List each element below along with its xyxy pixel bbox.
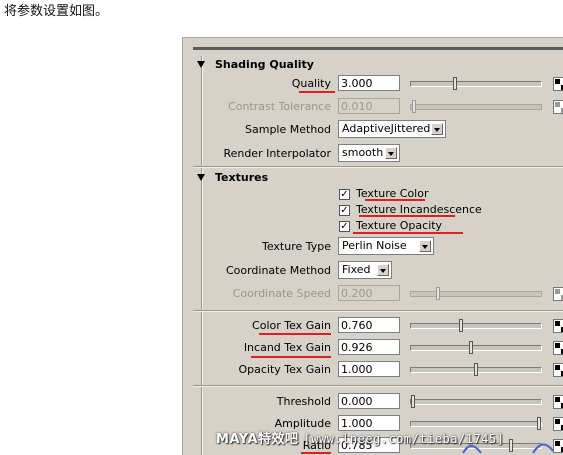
opacity-tex-gain-field[interactable]: 1.000: [338, 361, 400, 377]
chevron-down-icon[interactable]: [419, 240, 431, 252]
threshold-label: Threshold: [276, 395, 331, 408]
chevron-down-icon[interactable]: [377, 264, 389, 276]
slider-thumb[interactable]: [411, 395, 415, 408]
annotation-underline: [259, 333, 331, 335]
collapse-triangle-icon[interactable]: [197, 174, 205, 181]
watermark-brand: MAYA特效吧: [216, 432, 299, 447]
texture-incandescence-checkbox[interactable]: ✓: [339, 205, 350, 216]
map-button-icon[interactable]: [553, 319, 563, 333]
section-divider: [193, 385, 563, 387]
map-button-icon[interactable]: [553, 417, 563, 431]
threshold-field[interactable]: 0.000: [338, 393, 400, 409]
watermark-url: [www.lneeg.com/tieba/1745]: [303, 432, 505, 446]
map-button-icon: [553, 287, 563, 301]
section-divider: [193, 166, 563, 168]
map-button-icon[interactable]: [553, 395, 563, 409]
render-interpolator-dropdown[interactable]: smooth: [338, 144, 400, 162]
annotation-underline: [359, 215, 455, 217]
incand-tex-gain-slider[interactable]: [410, 341, 542, 354]
slider-thumb: [436, 287, 440, 300]
section-header-textures[interactable]: Textures: [193, 169, 563, 187]
quality-slider[interactable]: [410, 77, 542, 90]
coordinate-speed-slider: [410, 287, 542, 300]
texture-opacity-checkbox[interactable]: ✓: [339, 221, 350, 232]
slider-thumb[interactable]: [469, 341, 473, 354]
annotation-underline: [365, 199, 425, 201]
incand-tex-gain-field[interactable]: 0.926: [338, 339, 400, 355]
dropdown-value: Perlin Noise: [342, 239, 407, 252]
texture-opacity-label: Texture Opacity: [356, 219, 443, 232]
contrast-tolerance-field: 0.010: [338, 98, 400, 114]
map-button-icon[interactable]: [553, 363, 563, 377]
slider-thumb[interactable]: [459, 319, 463, 332]
map-button-icon[interactable]: [553, 341, 563, 355]
color-tex-gain-field[interactable]: 0.760: [338, 317, 400, 333]
slider-thumb[interactable]: [537, 417, 541, 430]
contrast-tolerance-slider: [410, 100, 542, 113]
opacity-tex-gain-label: Opacity Tex Gain: [238, 363, 331, 376]
amplitude-slider[interactable]: [410, 417, 542, 430]
sample-method-label: Sample Method: [245, 123, 331, 136]
quality-field[interactable]: 3.000: [338, 75, 400, 91]
color-tex-gain-slider[interactable]: [410, 319, 542, 332]
section-divider: [193, 310, 563, 312]
annotation-underline: [251, 356, 331, 358]
quality-label: Quality: [291, 77, 331, 90]
texture-type-dropdown[interactable]: Perlin Noise: [338, 237, 434, 255]
slider-thumb: [412, 100, 416, 113]
annotation-underline: [299, 91, 335, 93]
texture-color-checkbox[interactable]: ✓: [339, 189, 350, 200]
coordinate-speed-label: Coordinate Speed: [232, 287, 331, 300]
slider-thumb[interactable]: [474, 363, 478, 376]
incand-tex-gain-label: Incand Tex Gain: [243, 341, 331, 354]
section-title: Textures: [215, 171, 269, 184]
map-button-icon: [553, 100, 563, 114]
texture-type-label: Texture Type: [261, 240, 331, 253]
chevron-down-icon[interactable]: [431, 123, 443, 135]
caption-text: 将参数设置如图。: [4, 4, 109, 19]
annotation-underline: [353, 232, 463, 234]
coordinate-method-dropdown[interactable]: Fixed: [338, 261, 392, 279]
dropdown-value: AdaptiveJittered: [342, 122, 431, 135]
attribute-editor-panel: Shading Quality Quality 3.000 Contrast T…: [182, 37, 563, 455]
panel-top-bar: [193, 47, 563, 50]
color-tex-gain-label: Color Tex Gain: [252, 319, 331, 332]
contrast-tolerance-label: Contrast Tolerance: [228, 100, 331, 113]
render-interpolator-label: Render Interpolator: [223, 147, 331, 160]
threshold-slider[interactable]: [410, 395, 542, 408]
opacity-tex-gain-slider[interactable]: [410, 363, 542, 376]
coordinate-speed-field: 0.200: [338, 285, 400, 301]
dropdown-value: smooth: [342, 146, 384, 159]
map-button-icon[interactable]: [553, 77, 563, 91]
watermark: MAYA特效吧 [www.lneeg.com/tieba/1745]: [216, 428, 504, 447]
collapse-triangle-icon[interactable]: [197, 61, 205, 68]
chevron-down-icon[interactable]: [385, 147, 397, 159]
section-title: Shading Quality: [215, 58, 314, 71]
slider-thumb[interactable]: [453, 77, 457, 90]
sample-method-dropdown[interactable]: AdaptiveJittered: [338, 120, 446, 138]
dropdown-value: Fixed: [342, 263, 371, 276]
coordinate-method-label: Coordinate Method: [225, 264, 331, 277]
section-header-shading-quality[interactable]: Shading Quality: [193, 56, 563, 74]
